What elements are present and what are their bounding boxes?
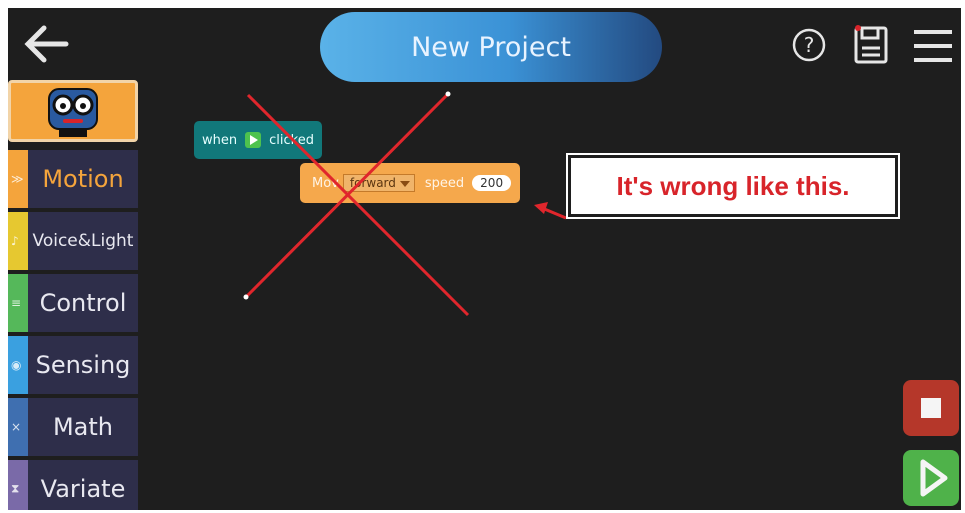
run-button[interactable]	[903, 450, 959, 506]
annotation-label: It's wrong like this.	[566, 153, 900, 219]
workspace: New Project ? ≫ Motion ♪ Voice&Light ≡ C…	[8, 8, 961, 510]
play-icon	[920, 459, 948, 497]
annotation-arrow-icon	[534, 202, 567, 220]
stop-button[interactable]	[903, 380, 959, 436]
stop-icon	[921, 398, 941, 418]
